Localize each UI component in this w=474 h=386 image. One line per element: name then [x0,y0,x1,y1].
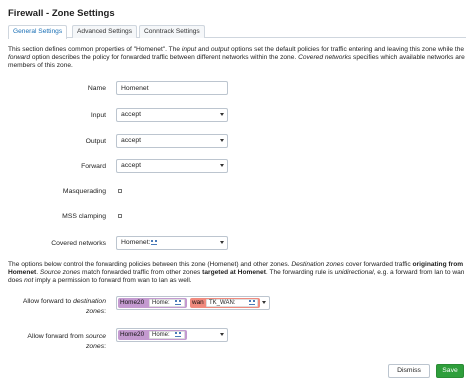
zone-description: This section defines common properties o… [8,46,465,70]
chevron-down-icon [220,164,224,167]
output-policy-select[interactable]: accept [116,134,228,148]
destination-zones-label: Allow forward to destination zones: [22,298,106,315]
chevron-down-icon [220,139,224,142]
chevron-down-icon [220,333,224,336]
zone-name: wan [192,299,204,306]
source-zones-label: Allow forward from source zones: [27,333,106,350]
chevron-down-icon [262,301,266,304]
forward-policy-value: accept [121,162,142,169]
input-policy-select[interactable]: accept [116,108,228,122]
tab-conntrack-settings[interactable]: Conntrack Settings [139,25,205,38]
network-icon [175,332,181,338]
tab-general-settings[interactable]: General Settings [8,25,68,39]
output-policy-label: Output [85,138,106,145]
mss-clamping-checkbox[interactable] [118,214,122,218]
masquerading-checkbox[interactable] [118,189,122,193]
network-icon [175,300,181,306]
covered-networks-select[interactable]: Homenet: [116,236,228,250]
forward-policy-select[interactable]: accept [116,159,228,173]
network-icon [151,240,157,246]
name-input[interactable] [116,81,228,95]
tab-bar: General Settings Advanced Settings Connt… [8,25,466,39]
chevron-down-icon [220,113,224,116]
input-policy-value: accept [121,111,142,118]
source-zones-select[interactable]: Home20 Home: [116,328,228,342]
destination-zones-select[interactable]: Home20 Home: wan TK_WAN: [116,296,270,310]
zone-chip-home20[interactable]: Home20 Home: [118,298,187,308]
dialog-title: Firewall - Zone Settings [8,8,115,19]
forwarding-description: The options below control the forwarding… [8,261,465,285]
output-policy-value: accept [121,137,142,144]
chevron-down-icon [220,241,224,244]
forward-policy-label: Forward [81,163,106,170]
zone-name: Home20 [120,299,145,306]
masquerading-label: Masquerading [62,188,106,195]
zone-chip-wan[interactable]: wan TK_WAN: [190,298,260,308]
name-label: Name [87,85,106,92]
mss-clamping-label: MSS clamping [62,213,106,220]
network-icon [249,300,255,306]
covered-networks-label: Covered networks [51,240,106,247]
save-button[interactable]: Save [436,364,464,378]
zone-name: Home20 [120,331,145,338]
input-policy-label: Input [90,112,106,119]
covered-networks-value: Homenet: [121,239,151,246]
dismiss-button[interactable]: Dismiss [388,364,430,378]
tab-advanced-settings[interactable]: Advanced Settings [72,25,137,38]
zone-chip-home20[interactable]: Home20 Home: [118,330,187,340]
